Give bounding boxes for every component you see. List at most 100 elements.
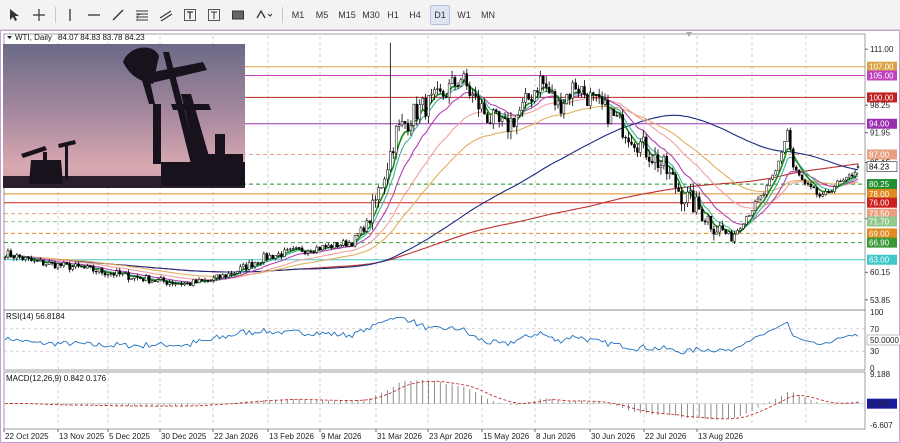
date-label: 30 Jun 2026 <box>591 432 636 441</box>
candle-body <box>421 98 424 105</box>
candle-body <box>209 280 213 282</box>
candle-body <box>647 156 651 162</box>
candle <box>80 265 83 268</box>
timeframe-m1-button[interactable]: M1 <box>288 5 308 25</box>
candle <box>800 174 804 181</box>
candle-body <box>356 233 360 236</box>
candle-body <box>492 109 495 124</box>
rsi-pane-border <box>3 309 866 371</box>
candle-body <box>312 251 316 254</box>
equidistant-channel-icon[interactable] <box>156 5 176 25</box>
candle-body <box>692 190 695 213</box>
candle-body <box>536 90 539 93</box>
candle-body <box>792 148 795 168</box>
horizontal-line-icon[interactable] <box>84 5 104 25</box>
timeframe-m15-button[interactable]: M15 <box>336 5 358 25</box>
level-tag: 69.00 <box>867 228 897 239</box>
collapse-triangle-icon[interactable] <box>7 36 12 39</box>
candle <box>56 263 60 271</box>
candle-body <box>789 130 792 150</box>
candle-body <box>215 274 219 279</box>
candle <box>389 42 392 172</box>
macd-label: MACD(12,26,9) 0.842 0.176 <box>6 374 107 383</box>
candle <box>197 277 201 284</box>
timeframe-m5-button[interactable]: M5 <box>312 5 332 25</box>
candle-body <box>403 121 407 124</box>
candle <box>492 108 495 129</box>
candle-body <box>697 196 701 210</box>
candle-body <box>6 250 10 258</box>
candle-body <box>736 230 739 235</box>
crosshair-icon[interactable] <box>28 5 50 25</box>
shapes-icon[interactable] <box>252 5 276 25</box>
candle-body <box>359 227 363 235</box>
shift-marker-icon[interactable] <box>686 32 692 37</box>
candle-body <box>203 279 207 282</box>
candle <box>809 181 813 190</box>
timeframe-h4-button[interactable]: H4 <box>406 5 424 25</box>
candle-body <box>853 171 857 177</box>
candle-body <box>615 115 619 117</box>
candle-body <box>830 191 833 194</box>
candle <box>268 252 271 260</box>
candle <box>421 96 424 110</box>
candle-body <box>583 86 586 95</box>
candle-body <box>680 191 683 205</box>
candle <box>727 231 730 235</box>
fibonacci-icon[interactable]: F <box>132 5 152 25</box>
candle-body <box>344 240 348 247</box>
trendline-icon[interactable] <box>108 5 128 25</box>
candle <box>318 246 321 251</box>
candle-body <box>424 98 427 117</box>
candle <box>818 192 822 199</box>
candle <box>18 254 21 260</box>
candle-body <box>380 187 383 189</box>
candle <box>403 121 407 129</box>
candle-body <box>447 83 451 98</box>
price-tick-label: 91.95 <box>870 129 891 138</box>
candle <box>730 229 733 242</box>
candle-body <box>65 262 69 264</box>
candle <box>589 87 592 110</box>
candle-body <box>39 259 42 262</box>
vertical-line-icon[interactable] <box>60 5 80 25</box>
candle-body <box>186 282 189 285</box>
candle <box>824 188 827 196</box>
candle-body <box>703 220 707 223</box>
candle-body <box>539 75 542 93</box>
candle <box>350 241 354 247</box>
candle-body <box>621 114 624 138</box>
label-icon[interactable] <box>204 5 224 25</box>
candle <box>624 135 627 144</box>
date-label: 9 Mar 2026 <box>321 432 362 441</box>
candle-body <box>659 165 663 168</box>
timeframe-w1-button[interactable]: W1 <box>454 5 474 25</box>
candle-body <box>533 90 536 102</box>
timeframe-h1-button[interactable]: H1 <box>384 5 402 25</box>
candle-body <box>300 247 304 252</box>
candle-body <box>130 278 133 280</box>
candle <box>762 192 766 198</box>
candle-body <box>415 103 419 120</box>
candle-body <box>286 249 289 251</box>
candle-body <box>59 263 63 266</box>
candle-body <box>139 277 142 279</box>
rectangle-icon[interactable] <box>228 5 248 25</box>
timeframe-mn-button[interactable]: MN <box>478 5 498 25</box>
candle <box>147 274 151 285</box>
candle-body <box>321 245 324 251</box>
candle-body <box>133 276 136 279</box>
candle-body <box>253 262 257 267</box>
candle <box>406 119 410 136</box>
timeframe-d1-button[interactable]: D1 <box>430 5 450 25</box>
timeframe-m30-button[interactable]: M30 <box>360 5 382 25</box>
candle-body <box>530 99 533 102</box>
cursor-icon[interactable] <box>4 5 24 25</box>
candle-body <box>836 180 839 187</box>
candle <box>603 93 607 107</box>
candle <box>309 249 313 254</box>
level-tag-label: 80.25 <box>869 180 890 189</box>
text-icon[interactable] <box>180 5 200 25</box>
candle <box>62 260 66 268</box>
candle-body <box>362 227 366 232</box>
